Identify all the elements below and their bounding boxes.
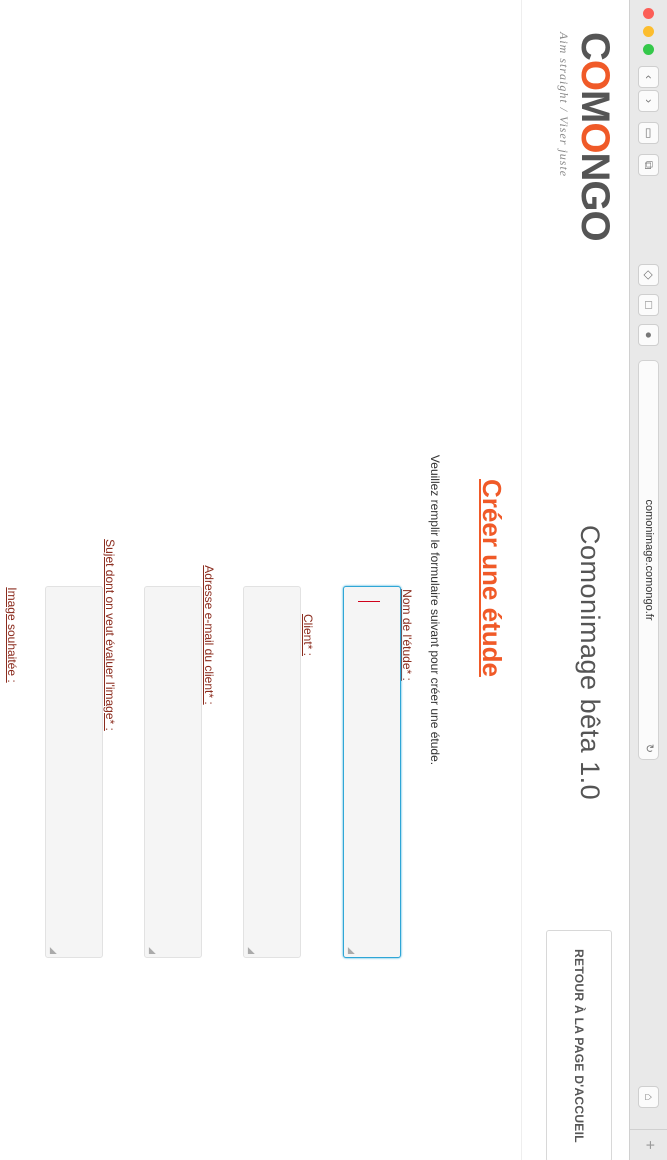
close-window-button[interactable]: [643, 8, 654, 19]
extension-button[interactable]: ●: [638, 324, 659, 346]
sidebar-icon: ▭: [642, 127, 656, 139]
brand-logo[interactable]: COMONGO Aim straight / Viser juste: [557, 32, 617, 241]
client-email-input[interactable]: ◢: [144, 586, 202, 958]
chevron-right-icon: ›: [642, 99, 656, 103]
resize-grip-icon[interactable]: ◢: [147, 947, 158, 954]
logo-divider: [547, 200, 627, 201]
resize-grip-icon[interactable]: ◢: [346, 947, 357, 954]
address-text: comonimage.comongo.fr: [643, 499, 655, 621]
form-intro: Veuillez remplir le formulaire suivant p…: [428, 454, 442, 766]
tabs-icon: ⧉: [642, 160, 656, 170]
forward-button[interactable]: ›: [638, 90, 659, 112]
home-browser-button[interactable]: ⌂: [638, 1086, 659, 1108]
browser-toolbar: ‹ › ▭ ⧉ ◇ □ ● comonimage.comongo.fr ↻ ⌂ …: [629, 0, 667, 1160]
zoom-window-button[interactable]: [643, 44, 654, 55]
back-button[interactable]: ‹: [638, 66, 659, 88]
study-name-input[interactable]: ◢: [343, 586, 401, 958]
address-bar[interactable]: comonimage.comongo.fr ↻: [638, 360, 659, 760]
new-tab-button[interactable]: +: [629, 1129, 667, 1160]
browser-window: ‹ › ▭ ⧉ ◇ □ ● comonimage.comongo.fr ↻ ⌂ …: [0, 0, 667, 1160]
text-caret: [358, 601, 380, 602]
page-title: Créer une étude: [477, 479, 507, 677]
home-icon: ⌂: [642, 1093, 656, 1101]
minimize-window-button[interactable]: [643, 26, 654, 37]
client-email-label: Adresse e-mail du client* :: [202, 565, 216, 705]
circle-icon: ●: [642, 331, 656, 339]
logo-wordmark: COMONGO: [573, 32, 617, 241]
desired-image-label: Image souhaitée :: [5, 587, 19, 683]
sidebar-toggle-button[interactable]: ▭: [638, 122, 659, 144]
study-name-label: Nom de l'étude* :: [400, 589, 414, 681]
shield-button[interactable]: ◇: [638, 264, 659, 286]
tab-overview-button[interactable]: ⧉: [638, 154, 659, 176]
subject-label: Sujet dont on veut évaluer l'image* :: [103, 539, 117, 731]
client-input[interactable]: ◢: [243, 586, 301, 958]
square-icon: □: [642, 301, 656, 309]
app-title: Comonimage bêta 1.0: [575, 525, 605, 801]
home-page-button[interactable]: RETOUR À LA PAGE D'ACCUEIL: [546, 930, 612, 1160]
resize-grip-icon[interactable]: ◢: [48, 947, 59, 954]
shield-icon: ◇: [642, 270, 656, 280]
subject-input[interactable]: ◢: [45, 586, 103, 958]
logo-tagline: Aim straight / Viser juste: [557, 32, 571, 178]
chevron-left-icon: ‹: [642, 75, 656, 79]
resize-grip-icon[interactable]: ◢: [246, 947, 257, 954]
client-label: Client* :: [301, 613, 315, 657]
reload-icon[interactable]: ↻: [639, 744, 658, 753]
share-button[interactable]: □: [638, 294, 659, 316]
